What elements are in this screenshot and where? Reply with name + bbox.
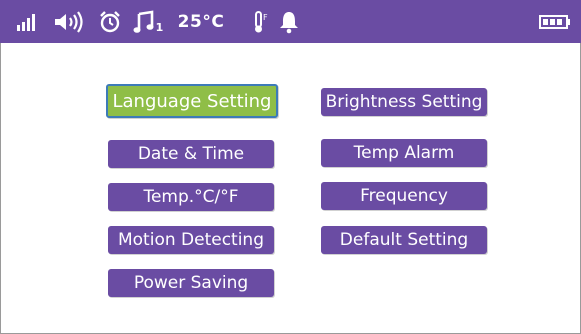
menu-language-setting[interactable]: Language Setting <box>106 84 278 118</box>
menu-temp-unit[interactable]: Temp.°C/°F <box>108 183 274 211</box>
bell-icon <box>277 0 301 43</box>
thermometer-label: F <box>263 13 268 22</box>
temperature-readout: 25°C <box>170 0 232 43</box>
music-note-icon: 1 <box>131 0 165 43</box>
menu-item-label: Default Setting <box>339 230 469 250</box>
menu-item-label: Temp.°C/°F <box>143 187 239 207</box>
screen-frame <box>0 0 581 334</box>
thermometer-icon: F <box>250 0 272 43</box>
battery-icon <box>538 0 572 43</box>
menu-item-label: Brightness Setting <box>325 92 483 112</box>
menu-date-time[interactable]: Date & Time <box>108 140 274 168</box>
menu-default-setting[interactable]: Default Setting <box>321 226 487 254</box>
menu-power-saving[interactable]: Power Saving <box>108 269 274 297</box>
menu-item-label: Temp Alarm <box>353 143 455 163</box>
status-bar: 1 25°C F <box>0 0 581 43</box>
lullaby-track-number: 1 <box>155 21 164 34</box>
menu-temp-alarm[interactable]: Temp Alarm <box>321 139 487 167</box>
signal-icon <box>14 0 42 43</box>
speaker-icon <box>50 0 90 43</box>
menu-item-label: Language Setting <box>112 90 272 112</box>
alarm-clock-icon <box>96 0 124 43</box>
menu-motion-detecting[interactable]: Motion Detecting <box>108 226 274 254</box>
menu-item-label: Date & Time <box>137 144 245 164</box>
menu-item-label: Motion Detecting <box>117 230 264 250</box>
menu-frequency[interactable]: Frequency <box>321 182 487 210</box>
menu-item-label: Frequency <box>360 186 448 206</box>
menu-brightness-setting[interactable]: Brightness Setting <box>321 88 487 116</box>
menu-item-label: Power Saving <box>133 273 249 293</box>
temperature-value: 25°C <box>177 11 225 32</box>
